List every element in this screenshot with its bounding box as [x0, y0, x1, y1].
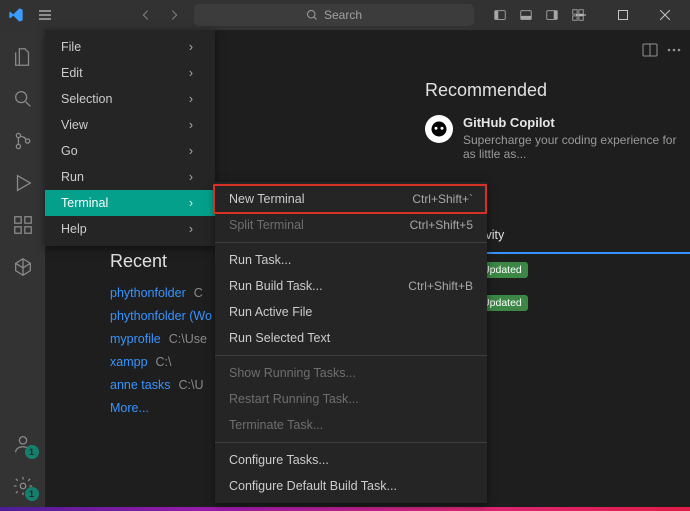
- title-bar: Search: [0, 0, 690, 30]
- toggle-panel-left-icon[interactable]: [488, 4, 512, 26]
- window-controls: [560, 0, 686, 30]
- menu-separator: [215, 442, 487, 443]
- command-center-search[interactable]: Search: [194, 4, 474, 26]
- run-debug-icon[interactable]: [1, 162, 45, 204]
- menu-terminal[interactable]: Terminal›: [45, 190, 215, 216]
- settings-badge: 1: [25, 487, 39, 501]
- chevron-right-icon: ›: [189, 222, 193, 236]
- recommended-item[interactable]: GitHub Copilot Supercharge your coding e…: [425, 115, 690, 161]
- chevron-right-icon: ›: [189, 170, 193, 184]
- menu-separator: [215, 242, 487, 243]
- search-icon: [306, 9, 318, 21]
- settings-gear-icon[interactable]: 1: [1, 465, 45, 507]
- menu-help[interactable]: Help›: [45, 216, 215, 242]
- vscode-logo-icon: [8, 7, 24, 23]
- submenu-restart-running-task[interactable]: Restart Running Task...: [215, 386, 487, 412]
- menu-go[interactable]: Go›: [45, 138, 215, 164]
- chevron-right-icon: ›: [189, 118, 193, 132]
- nav-forward-icon[interactable]: [162, 4, 186, 26]
- recommended-title: GitHub Copilot: [463, 115, 690, 130]
- submenu-run-active-file[interactable]: Run Active File: [215, 299, 487, 325]
- search-view-icon[interactable]: [1, 78, 45, 120]
- submenu-split-terminal[interactable]: Split TerminalCtrl+Shift+5: [215, 212, 487, 238]
- menu-run[interactable]: Run›: [45, 164, 215, 190]
- submenu-run-selected-text[interactable]: Run Selected Text: [215, 325, 487, 351]
- source-control-icon[interactable]: [1, 120, 45, 162]
- submenu-configure-default-build[interactable]: Configure Default Build Task...: [215, 473, 487, 499]
- more-actions-icon[interactable]: [666, 42, 682, 58]
- terminal-submenu: New TerminalCtrl+Shift+` Split TerminalC…: [215, 182, 487, 503]
- toggle-panel-bottom-icon[interactable]: [514, 4, 538, 26]
- activity-bar: 1 1: [0, 30, 45, 507]
- submenu-configure-tasks[interactable]: Configure Tasks...: [215, 447, 487, 473]
- main-menu: File› Edit› Selection› View› Go› Run› Te…: [45, 30, 215, 246]
- minimize-button[interactable]: [560, 0, 602, 30]
- hamburger-menu-icon[interactable]: [34, 4, 56, 26]
- close-button[interactable]: [644, 0, 686, 30]
- menu-selection[interactable]: Selection›: [45, 86, 215, 112]
- accounts-icon[interactable]: 1: [1, 423, 45, 465]
- extensions-icon[interactable]: [1, 204, 45, 246]
- chevron-right-icon: ›: [189, 66, 193, 80]
- menu-separator: [215, 355, 487, 356]
- recommended-subtitle: Supercharge your coding experience for a…: [463, 133, 690, 161]
- submenu-new-terminal[interactable]: New TerminalCtrl+Shift+`: [215, 186, 487, 212]
- chevron-right-icon: ›: [189, 40, 193, 54]
- chevron-right-icon: ›: [189, 92, 193, 106]
- explorer-icon[interactable]: [1, 36, 45, 78]
- nav-arrows: [134, 4, 186, 26]
- submenu-terminate-task[interactable]: Terminate Task...: [215, 412, 487, 438]
- accounts-badge: 1: [25, 445, 39, 459]
- recommended-heading: Recommended: [425, 80, 690, 101]
- copilot-icon: [425, 115, 453, 143]
- maximize-button[interactable]: [602, 0, 644, 30]
- submenu-run-task[interactable]: Run Task...: [215, 247, 487, 273]
- submenu-show-running-tasks[interactable]: Show Running Tasks...: [215, 360, 487, 386]
- remote-explorer-icon[interactable]: [1, 246, 45, 288]
- chevron-right-icon: ›: [189, 144, 193, 158]
- chevron-right-icon: ›: [189, 196, 193, 210]
- menu-view[interactable]: View›: [45, 112, 215, 138]
- status-bar: [0, 507, 690, 511]
- menu-file[interactable]: File›: [45, 34, 215, 60]
- search-placeholder: Search: [324, 8, 362, 22]
- nav-back-icon[interactable]: [134, 4, 158, 26]
- menu-edit[interactable]: Edit›: [45, 60, 215, 86]
- submenu-run-build-task[interactable]: Run Build Task...Ctrl+Shift+B: [215, 273, 487, 299]
- split-editor-icon[interactable]: [642, 42, 658, 58]
